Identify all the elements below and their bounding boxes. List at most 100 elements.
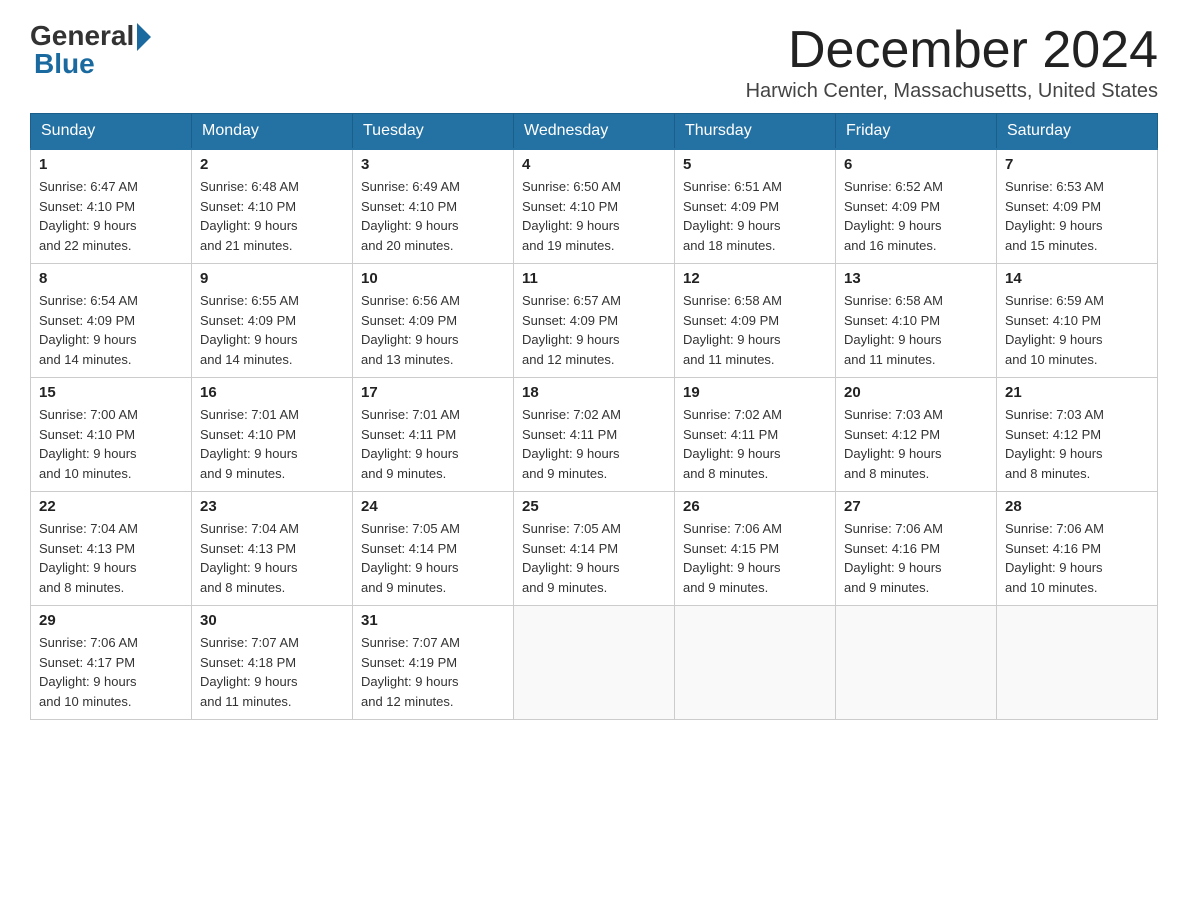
cell-sun-info: Sunrise: 7:03 AMSunset: 4:12 PMDaylight:… [1005, 405, 1149, 483]
page-header: General Blue December 2024 Harwich Cente… [30, 20, 1158, 103]
calendar-cell: 11Sunrise: 6:57 AMSunset: 4:09 PMDayligh… [514, 264, 675, 378]
cell-sun-info: Sunrise: 6:53 AMSunset: 4:09 PMDaylight:… [1005, 177, 1149, 255]
calendar-week-row: 29 Sunrise: 7:06 AMSunset: 4:17 PMDayligh… [31, 606, 1158, 720]
day-header-tuesday: Tuesday [353, 114, 514, 150]
calendar-cell: 9 Sunrise: 6:55 AMSunset: 4:09 PMDaylight… [192, 264, 353, 378]
cell-sun-info: Sunrise: 6:48 AMSunset: 4:10 PMDaylight:… [200, 177, 344, 255]
cell-sun-info: Sunrise: 6:54 AMSunset: 4:09 PMDaylight:… [39, 291, 183, 369]
calendar-cell: 23Sunrise: 7:04 AMSunset: 4:13 PMDayligh… [192, 492, 353, 606]
day-header-thursday: Thursday [675, 114, 836, 150]
day-number: 12 [683, 270, 827, 287]
month-title: December 2024 [746, 20, 1158, 80]
calendar-cell [675, 606, 836, 720]
calendar-cell: 8 Sunrise: 6:54 AMSunset: 4:09 PMDaylight… [31, 264, 192, 378]
calendar-week-row: 1 Sunrise: 6:47 AMSunset: 4:10 PMDaylight… [31, 149, 1158, 264]
cell-sun-info: Sunrise: 7:06 AMSunset: 4:16 PMDaylight:… [1005, 519, 1149, 597]
day-header-friday: Friday [836, 114, 997, 150]
cell-sun-info: Sunrise: 7:07 AMSunset: 4:18 PMDaylight:… [200, 633, 344, 711]
calendar-cell: 22Sunrise: 7:04 AMSunset: 4:13 PMDayligh… [31, 492, 192, 606]
calendar-cell: 6 Sunrise: 6:52 AMSunset: 4:09 PMDaylight… [836, 149, 997, 264]
day-number: 20 [844, 384, 988, 401]
calendar-cell: 24 Sunrise: 7:05 AMSunset: 4:14 PMDayligh… [353, 492, 514, 606]
day-number: 16 [200, 384, 344, 401]
day-header-saturday: Saturday [997, 114, 1158, 150]
calendar-header-row: SundayMondayTuesdayWednesdayThursdayFrid… [31, 114, 1158, 150]
calendar-table: SundayMondayTuesdayWednesdayThursdayFrid… [30, 113, 1158, 720]
day-number: 3 [361, 156, 505, 173]
day-number: 10 [361, 270, 505, 287]
cell-sun-info: Sunrise: 7:06 AMSunset: 4:15 PMDaylight:… [683, 519, 827, 597]
cell-sun-info: Sunrise: 6:51 AMSunset: 4:09 PMDaylight:… [683, 177, 827, 255]
cell-sun-info: Sunrise: 7:07 AMSunset: 4:19 PMDaylight:… [361, 633, 505, 711]
day-number: 13 [844, 270, 988, 287]
day-number: 14 [1005, 270, 1149, 287]
day-number: 1 [39, 156, 183, 173]
calendar-cell: 26 Sunrise: 7:06 AMSunset: 4:15 PMDayligh… [675, 492, 836, 606]
day-header-wednesday: Wednesday [514, 114, 675, 150]
day-header-monday: Monday [192, 114, 353, 150]
cell-sun-info: Sunrise: 6:56 AMSunset: 4:09 PMDaylight:… [361, 291, 505, 369]
day-number: 23 [200, 498, 344, 515]
day-number: 24 [361, 498, 505, 515]
day-number: 9 [200, 270, 344, 287]
day-number: 29 [39, 612, 183, 629]
cell-sun-info: Sunrise: 7:05 AMSunset: 4:14 PMDaylight:… [522, 519, 666, 597]
cell-sun-info: Sunrise: 7:00 AMSunset: 4:10 PMDaylight:… [39, 405, 183, 483]
day-header-sunday: Sunday [31, 114, 192, 150]
calendar-cell [836, 606, 997, 720]
cell-sun-info: Sunrise: 7:05 AMSunset: 4:14 PMDaylight:… [361, 519, 505, 597]
cell-sun-info: Sunrise: 7:04 AMSunset: 4:13 PMDaylight:… [39, 519, 183, 597]
calendar-cell: 7 Sunrise: 6:53 AMSunset: 4:09 PMDaylight… [997, 149, 1158, 264]
calendar-cell: 5Sunrise: 6:51 AMSunset: 4:09 PMDaylight… [675, 149, 836, 264]
day-number: 2 [200, 156, 344, 173]
calendar-cell: 25Sunrise: 7:05 AMSunset: 4:14 PMDayligh… [514, 492, 675, 606]
day-number: 27 [844, 498, 988, 515]
calendar-cell: 2 Sunrise: 6:48 AMSunset: 4:10 PMDaylight… [192, 149, 353, 264]
calendar-cell: 12 Sunrise: 6:58 AMSunset: 4:09 PMDayligh… [675, 264, 836, 378]
day-number: 15 [39, 384, 183, 401]
calendar-week-row: 15 Sunrise: 7:00 AMSunset: 4:10 PMDayligh… [31, 378, 1158, 492]
day-number: 19 [683, 384, 827, 401]
calendar-cell: 28Sunrise: 7:06 AMSunset: 4:16 PMDayligh… [997, 492, 1158, 606]
calendar-cell: 3 Sunrise: 6:49 AMSunset: 4:10 PMDaylight… [353, 149, 514, 264]
location-text: Harwich Center, Massachusetts, United St… [746, 80, 1158, 103]
calendar-cell: 4 Sunrise: 6:50 AMSunset: 4:10 PMDaylight… [514, 149, 675, 264]
calendar-week-row: 8 Sunrise: 6:54 AMSunset: 4:09 PMDaylight… [31, 264, 1158, 378]
cell-sun-info: Sunrise: 6:58 AMSunset: 4:09 PMDaylight:… [683, 291, 827, 369]
cell-sun-info: Sunrise: 6:59 AMSunset: 4:10 PMDaylight:… [1005, 291, 1149, 369]
calendar-cell [997, 606, 1158, 720]
calendar-cell: 16 Sunrise: 7:01 AMSunset: 4:10 PMDayligh… [192, 378, 353, 492]
cell-sun-info: Sunrise: 6:50 AMSunset: 4:10 PMDaylight:… [522, 177, 666, 255]
calendar-cell [514, 606, 675, 720]
logo-arrow-icon [137, 23, 151, 51]
cell-sun-info: Sunrise: 6:47 AMSunset: 4:10 PMDaylight:… [39, 177, 183, 255]
cell-sun-info: Sunrise: 6:52 AMSunset: 4:09 PMDaylight:… [844, 177, 988, 255]
cell-sun-info: Sunrise: 6:57 AMSunset: 4:09 PMDaylight:… [522, 291, 666, 369]
cell-sun-info: Sunrise: 7:06 AMSunset: 4:17 PMDaylight:… [39, 633, 183, 711]
day-number: 7 [1005, 156, 1149, 173]
day-number: 4 [522, 156, 666, 173]
calendar-cell: 31Sunrise: 7:07 AMSunset: 4:19 PMDayligh… [353, 606, 514, 720]
day-number: 18 [522, 384, 666, 401]
cell-sun-info: Sunrise: 6:55 AMSunset: 4:09 PMDaylight:… [200, 291, 344, 369]
day-number: 6 [844, 156, 988, 173]
calendar-cell: 21 Sunrise: 7:03 AMSunset: 4:12 PMDayligh… [997, 378, 1158, 492]
title-section: December 2024 Harwich Center, Massachuse… [746, 20, 1158, 103]
calendar-cell: 1 Sunrise: 6:47 AMSunset: 4:10 PMDaylight… [31, 149, 192, 264]
calendar-cell: 20Sunrise: 7:03 AMSunset: 4:12 PMDayligh… [836, 378, 997, 492]
cell-sun-info: Sunrise: 7:01 AMSunset: 4:10 PMDaylight:… [200, 405, 344, 483]
calendar-cell: 10 Sunrise: 6:56 AMSunset: 4:09 PMDayligh… [353, 264, 514, 378]
calendar-cell: 18Sunrise: 7:02 AMSunset: 4:11 PMDayligh… [514, 378, 675, 492]
calendar-week-row: 22Sunrise: 7:04 AMSunset: 4:13 PMDayligh… [31, 492, 1158, 606]
logo-blue-text: Blue [34, 48, 95, 80]
calendar-cell: 17Sunrise: 7:01 AMSunset: 4:11 PMDayligh… [353, 378, 514, 492]
day-number: 8 [39, 270, 183, 287]
day-number: 21 [1005, 384, 1149, 401]
calendar-cell: 30Sunrise: 7:07 AMSunset: 4:18 PMDayligh… [192, 606, 353, 720]
calendar-cell: 19Sunrise: 7:02 AMSunset: 4:11 PMDayligh… [675, 378, 836, 492]
calendar-cell: 15 Sunrise: 7:00 AMSunset: 4:10 PMDayligh… [31, 378, 192, 492]
cell-sun-info: Sunrise: 6:49 AMSunset: 4:10 PMDaylight:… [361, 177, 505, 255]
day-number: 26 [683, 498, 827, 515]
calendar-cell: 14 Sunrise: 6:59 AMSunset: 4:10 PMDayligh… [997, 264, 1158, 378]
cell-sun-info: Sunrise: 7:06 AMSunset: 4:16 PMDaylight:… [844, 519, 988, 597]
